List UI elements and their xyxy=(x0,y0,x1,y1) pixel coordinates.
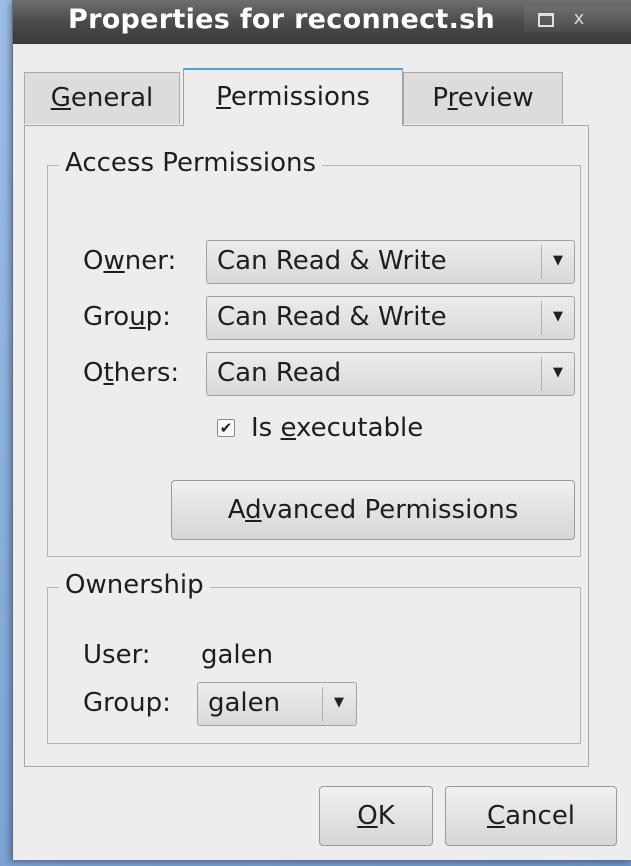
close-button[interactable]: x xyxy=(566,9,592,29)
tab-preview-mnemonic: r xyxy=(447,83,458,113)
advanced-button-prefix: A xyxy=(227,495,246,525)
others-label-rest: hers: xyxy=(113,358,180,388)
others-label-prefix: O xyxy=(83,358,104,388)
chevron-down-icon: ▼ xyxy=(334,695,344,710)
others-permission-select[interactable]: Can Read ▼ xyxy=(206,352,575,396)
ok-button[interactable]: OK xyxy=(319,786,433,846)
group-label-prefix: Gro xyxy=(83,302,130,332)
window-controls: x xyxy=(524,6,631,32)
chevron-down-icon: ▼ xyxy=(553,253,563,268)
window-title: Properties for reconnect.sh xyxy=(68,4,496,35)
tab-permissions[interactable]: Permissions xyxy=(183,68,403,126)
advanced-button-mnemonic: d xyxy=(245,495,262,525)
tab-preview-prefix: P xyxy=(432,83,448,113)
tab-general-mnemonic: G xyxy=(50,83,71,113)
owner-label: Owner: xyxy=(83,246,176,276)
others-label-mnemonic: t xyxy=(103,358,114,388)
cancel-button-mnemonic: C xyxy=(486,801,506,831)
user-value: galen xyxy=(201,640,274,670)
advanced-button-rest: vanced Permissions xyxy=(261,495,519,525)
tab-preview-label: eview xyxy=(457,83,534,113)
tab-permissions-mnemonic: P xyxy=(216,82,231,112)
owner-label-mnemonic: w xyxy=(103,246,125,276)
ownership-group-value: galen xyxy=(208,688,281,718)
title-bar[interactable]: Properties for reconnect.sh x xyxy=(13,0,631,44)
owner-permission-value: Can Read & Write xyxy=(217,246,447,276)
executable-label-prefix: Is xyxy=(251,413,281,443)
ownership-group-select[interactable]: galen ▼ xyxy=(197,682,357,726)
cancel-button[interactable]: Cancel xyxy=(445,786,617,846)
others-permission-value: Can Read xyxy=(217,358,342,388)
maximize-icon xyxy=(538,13,554,27)
user-label: User: xyxy=(83,640,151,670)
executable-label[interactable]: Is executable xyxy=(251,413,423,443)
close-icon: x xyxy=(573,8,585,29)
group-permission-select[interactable]: Can Read & Write ▼ xyxy=(206,296,575,340)
advanced-permissions-button[interactable]: Advanced Permissions xyxy=(171,480,575,540)
cancel-button-rest: ancel xyxy=(505,801,576,831)
executable-label-rest: xecutable xyxy=(296,413,424,443)
chevron-down-icon: ▼ xyxy=(553,365,563,380)
tab-preview[interactable]: Preview xyxy=(403,72,563,124)
maximize-button[interactable] xyxy=(532,9,558,29)
owner-permission-select[interactable]: Can Read & Write ▼ xyxy=(206,240,575,284)
executable-checkbox[interactable]: ✔ xyxy=(217,419,235,437)
group-label-rest: p: xyxy=(145,302,171,332)
group-permission-value: Can Read & Write xyxy=(217,302,447,332)
owner-label-prefix: O xyxy=(83,246,104,276)
ownership-legend: Ownership xyxy=(59,570,210,600)
owner-label-rest: ner: xyxy=(124,246,177,276)
tab-general[interactable]: General xyxy=(24,72,180,124)
ok-button-rest: K xyxy=(377,801,395,831)
ownership-group-label: Group: xyxy=(83,688,171,718)
others-label: Others: xyxy=(83,358,179,388)
executable-label-mnemonic: e xyxy=(280,413,297,443)
tab-permissions-label: ermissions xyxy=(230,82,370,112)
chevron-down-icon: ▼ xyxy=(553,309,563,324)
group-label-mnemonic: u xyxy=(129,302,146,332)
tab-general-label: eneral xyxy=(70,83,154,113)
access-permissions-legend: Access Permissions xyxy=(59,148,323,178)
ok-button-mnemonic: O xyxy=(357,801,378,831)
check-icon: ✔ xyxy=(219,419,233,437)
group-label: Group: xyxy=(83,302,171,332)
